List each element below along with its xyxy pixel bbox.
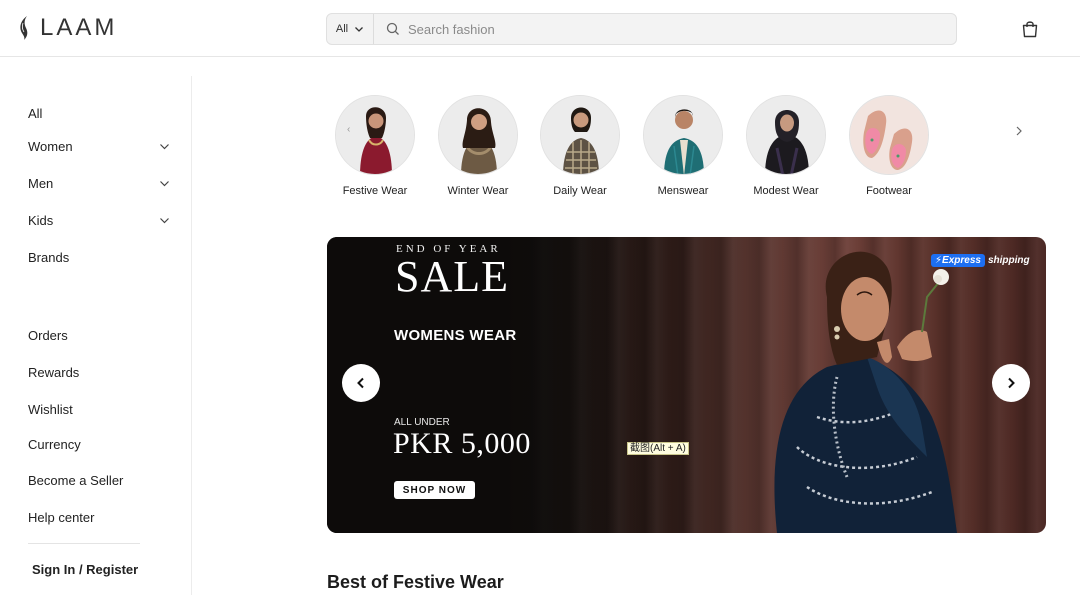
logo[interactable]: LAAM [18,14,117,42]
chevron-down-icon [160,143,169,149]
search-category-select[interactable]: All [327,14,374,44]
category-modest-wear[interactable]: Modest Wear [736,95,836,197]
chevron-left-icon[interactable]: ‹ [347,124,359,136]
sidebar-item-label: Rewards [28,364,80,380]
top-header: LAAM All [0,0,1080,57]
chevron-right-icon [1008,377,1015,389]
express-shipping-badge: ⚡Express shipping [931,254,1030,267]
sidebar-item-rewards[interactable]: Rewards [28,361,178,383]
sidebar-item-label: All [28,105,43,121]
category-menswear[interactable]: Menswear [633,95,733,197]
chevron-left-icon [357,377,364,389]
category-label: Winter Wear [447,185,509,197]
logo-text: LAAM [40,14,118,41]
sidebar-item-kids[interactable]: Kids [28,209,178,231]
banner-price: PKR 5,000 [393,427,531,460]
category-label: Modest Wear [753,185,819,197]
sidebar-item-become-seller[interactable]: Become a Seller [28,469,178,491]
category-daily-wear[interactable]: Daily Wear [530,95,630,197]
sidebar-item-label: Orders [28,327,68,343]
sidebar-item-label: Help center [28,509,95,525]
banner-next-button[interactable] [992,364,1030,402]
sidebar-item-wishlist[interactable]: Wishlist [28,398,178,420]
shop-now-button[interactable]: SHOP NOW [394,481,475,499]
sidebar-divider [28,543,140,544]
express-pill: ⚡Express [931,254,985,267]
sidebar-item-currency[interactable]: Currency [28,433,178,455]
category-image [849,95,929,175]
chevron-down-icon [160,217,169,223]
search-bar: All [326,13,957,45]
sidebar-item-brands[interactable]: Brands [28,246,178,268]
banner-prev-button[interactable] [342,364,380,402]
category-label: Daily Wear [553,185,607,197]
search-category-label: All [335,23,349,35]
screenshot-tooltip: 截图(Alt + A) [627,442,689,455]
sidebar: All Women Men Kids Brands Orders Rewards… [0,76,192,595]
laam-leaf-icon [20,16,28,40]
chevron-down-icon [160,180,169,186]
category-footwear[interactable]: Footwear [839,95,939,197]
category-image [643,95,723,175]
section-title: Best of Festive Wear [327,572,504,592]
sidebar-item-label: Become a Seller [28,472,124,488]
sidebar-item-women[interactable]: Women [28,135,178,157]
category-image [540,95,620,175]
category-winter-wear[interactable]: Winter Wear [428,95,528,197]
express-shipping-text: shipping [987,255,1030,266]
sidebar-item-label: Men [28,175,54,191]
category-image [746,95,826,175]
chevron-right-icon[interactable] [1012,124,1026,138]
sidebar-item-label: Women [28,138,73,154]
category-image [438,95,518,175]
sidebar-item-label: Brands [28,249,70,265]
category-label: Menswear [657,185,709,197]
sign-in-register-link[interactable]: Sign In / Register [32,562,138,577]
sidebar-item-label: Wishlist [28,401,73,417]
search-input[interactable] [408,21,908,37]
sidebar-item-orders[interactable]: Orders [28,324,178,346]
shopping-bag-icon[interactable] [1020,19,1040,39]
sidebar-item-label: Currency [28,436,81,452]
hero-banner[interactable]: END OF YEAR SALE WOMENS WEAR ALL UNDER P… [327,237,1046,533]
category-label: Footwear [866,185,912,197]
sidebar-item-men[interactable]: Men [28,172,178,194]
sidebar-item-all[interactable]: All [28,102,178,124]
sidebar-item-help-center[interactable]: Help center [28,506,178,528]
chevron-down-icon [355,27,364,32]
search-icon [386,22,399,35]
banner-headline: SALE [395,252,509,301]
banner-subhead: WOMENS WEAR [394,327,517,344]
sidebar-item-label: Kids [28,212,54,228]
category-label: Festive Wear [342,185,408,197]
category-festive-wear[interactable]: Festive Wear [325,95,425,197]
